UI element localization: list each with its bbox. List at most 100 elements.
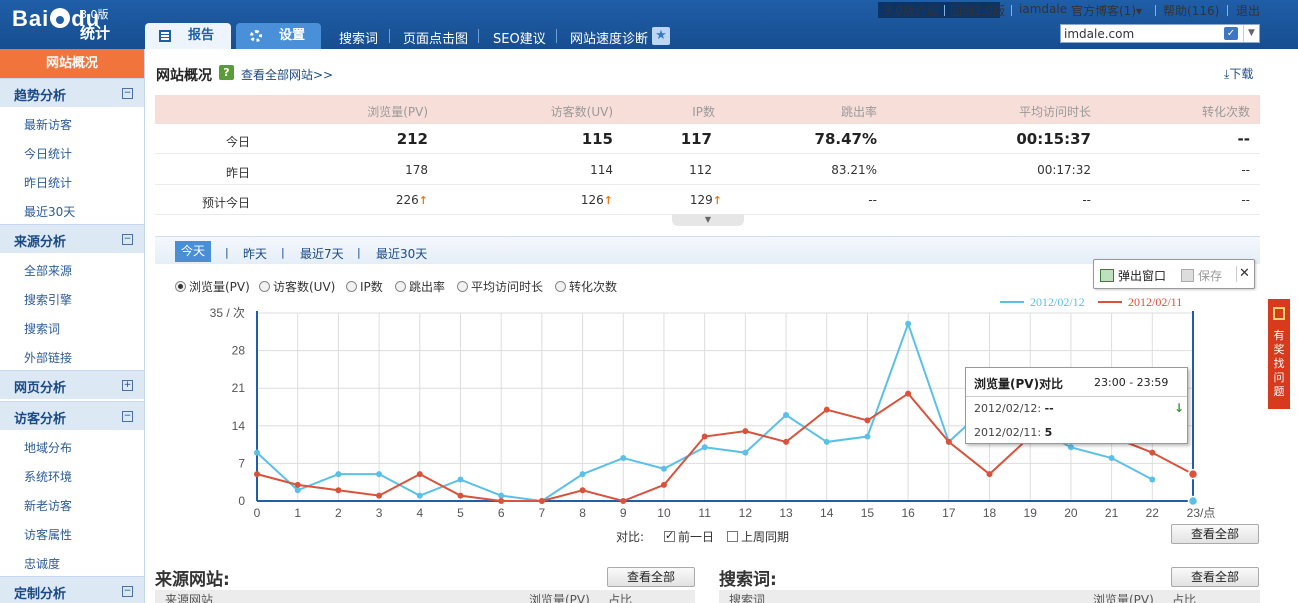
tooltip-row-label: 2012/02/11: xyxy=(974,426,1042,439)
data-point xyxy=(1149,476,1156,483)
yesterday-uv: 114 xyxy=(590,163,613,177)
sidebar-section-label: 来源分析 xyxy=(14,235,67,250)
popup-window-button[interactable]: 弹出窗口 xyxy=(1100,267,1166,284)
tab-settings[interactable]: 设置 xyxy=(236,23,321,49)
sidebar-section-label: 趋势分析 xyxy=(14,89,67,104)
sidebar-section-custom[interactable]: 定制分析 − xyxy=(0,576,144,603)
sidebar-section-source[interactable]: 来源分析 − xyxy=(0,224,144,253)
sidebar-item-new-returning[interactable]: 新老访客 xyxy=(24,497,72,514)
collapse-icon[interactable]: − xyxy=(122,411,133,422)
nav-seo-advice[interactable]: SEO建议 xyxy=(493,28,546,47)
range-last-30-days[interactable]: 最近30天 xyxy=(376,245,427,262)
nav-page-heatmap[interactable]: 页面点击图 xyxy=(403,28,468,47)
range-last-7-days[interactable]: 最近7天 xyxy=(300,245,344,262)
today-ip: 117 xyxy=(680,130,712,148)
data-point xyxy=(945,438,952,445)
x-tick-label: 19 xyxy=(1024,506,1038,520)
data-point xyxy=(986,471,993,478)
link-v3-intro[interactable]: 3.0版介绍 xyxy=(884,2,939,19)
sidebar-item-region[interactable]: 地域分布 xyxy=(24,439,72,456)
favorite-star-icon[interactable]: ★ xyxy=(652,27,670,45)
expand-table-handle[interactable]: ▼ xyxy=(672,214,744,226)
x-tick-label: 23/点 xyxy=(1187,506,1216,520)
sidebar-item-search-words[interactable]: 搜索词 xyxy=(24,320,60,337)
link-logout[interactable]: 退出 xyxy=(1236,2,1260,19)
yesterday-conversions: -- xyxy=(1241,163,1250,177)
download-link[interactable]: ⤓下载 xyxy=(1224,65,1253,82)
site-select[interactable]: imdale.com ✓ ▼ xyxy=(1060,24,1260,43)
source-view-all-button[interactable]: 查看全部 xyxy=(607,567,695,587)
link-help[interactable]: 帮助(116) xyxy=(1163,2,1219,19)
user-name[interactable]: iamdale xyxy=(1019,2,1067,16)
save-button[interactable]: 保存 xyxy=(1181,267,1222,284)
tooltip-row-value: 5 xyxy=(1044,426,1053,439)
range-divider: | xyxy=(357,246,361,259)
today-bounce: 78.47% xyxy=(814,130,877,148)
collapse-icon[interactable]: − xyxy=(122,88,133,99)
checkbox-last-week[interactable]: 上周同期 xyxy=(727,528,789,545)
keywords-view-all-button[interactable]: 查看全部 xyxy=(1171,567,1259,587)
range-today[interactable]: 今天 xyxy=(175,241,211,262)
sidebar-item-overview[interactable]: 网站概况 xyxy=(0,49,144,78)
sidebar-item-yesterday-stats[interactable]: 昨日统计 xyxy=(24,174,72,191)
x-tick-label: 16 xyxy=(901,506,915,520)
sidebar-item-external-links[interactable]: 外部链接 xyxy=(24,349,72,366)
sidebar-section-trend[interactable]: 趋势分析 − xyxy=(0,78,144,107)
range-yesterday[interactable]: 昨天 xyxy=(243,245,267,262)
forecast-pv-value: 226 xyxy=(395,193,419,207)
data-point xyxy=(701,433,708,440)
sidebar-item-all-sources[interactable]: 全部来源 xyxy=(24,262,72,279)
forecast-avg-duration: -- xyxy=(1082,193,1091,207)
view-all-sites-link[interactable]: 查看全部网站>> xyxy=(241,66,333,83)
checkbox-box xyxy=(664,529,675,542)
x-tick-label: 17 xyxy=(942,506,956,520)
x-tick-label: 2 xyxy=(335,506,342,520)
tab-settings-label: 设置 xyxy=(279,28,306,43)
checkbox-label: 上周同期 xyxy=(741,530,790,544)
checkbox-prev-day[interactable]: 前一日 xyxy=(664,528,714,545)
chevron-down-icon[interactable]: ▼ xyxy=(1243,25,1259,42)
today-avg-duration: 00:15:37 xyxy=(1016,130,1091,148)
close-icon[interactable]: ✕ xyxy=(1236,266,1252,282)
sidebar-item-latest-visitors[interactable]: 最新访客 xyxy=(24,116,72,133)
data-point xyxy=(620,455,627,462)
logo-product: 统计 xyxy=(80,24,111,42)
collapse-icon[interactable]: − xyxy=(122,586,133,597)
link-back-v2[interactable]: 回到2.0版 xyxy=(950,2,1005,19)
check-icon[interactable]: ✓ xyxy=(1224,27,1238,40)
collapse-icon[interactable]: − xyxy=(122,234,133,245)
link-official-blog[interactable]: 官方博客(1)▾ xyxy=(1071,2,1142,19)
header-uv: 访客数(UV) xyxy=(550,105,613,119)
data-point xyxy=(783,412,790,419)
feedback-tab[interactable]: 有奖找问题 xyxy=(1268,299,1290,409)
data-point xyxy=(498,492,505,499)
row-label: 预计今日 xyxy=(201,196,250,210)
tab-report[interactable]: 报告 xyxy=(145,23,231,49)
data-point xyxy=(864,433,871,440)
sidebar-section-visitor[interactable]: 访客分析 − xyxy=(0,401,144,430)
nav-speed-diagnosis[interactable]: 网站速度诊断 xyxy=(570,28,648,47)
sidebar-section-page[interactable]: 网页分析 + xyxy=(0,370,144,399)
sidebar-item-system-env[interactable]: 系统环境 xyxy=(24,468,72,485)
col-pv: 浏览量(PV) xyxy=(529,593,590,603)
sidebar-item-last-30-days[interactable]: 最近30天 xyxy=(24,203,75,220)
data-point xyxy=(823,438,830,445)
forecast-pv: 226↑ xyxy=(396,193,428,207)
nav-divider xyxy=(478,29,479,43)
tooltip-row-b: 2012/02/11: 5 xyxy=(974,426,1052,439)
data-point xyxy=(1187,468,1199,480)
sidebar-item-visitor-attributes[interactable]: 访客属性 xyxy=(24,526,72,543)
sidebar-section-label: 网页分析 xyxy=(14,381,67,396)
expand-icon[interactable]: + xyxy=(122,380,133,391)
forecast-uv: 126↑ xyxy=(581,193,613,207)
data-point xyxy=(457,492,464,499)
tab-report-label: 报告 xyxy=(188,28,215,43)
sidebar-item-today-stats[interactable]: 今日统计 xyxy=(24,145,72,162)
sidebar-item-search-engines[interactable]: 搜索引擎 xyxy=(24,291,72,308)
download-label: 下载 xyxy=(1229,67,1254,81)
forecast-ip: 129↑ xyxy=(690,193,722,207)
chart-view-all-button[interactable]: 查看全部 xyxy=(1171,524,1259,544)
sidebar-item-loyalty[interactable]: 忠诚度 xyxy=(24,555,60,572)
nav-search-words[interactable]: 搜索词 xyxy=(339,28,378,47)
help-icon[interactable]: ? xyxy=(219,65,234,80)
